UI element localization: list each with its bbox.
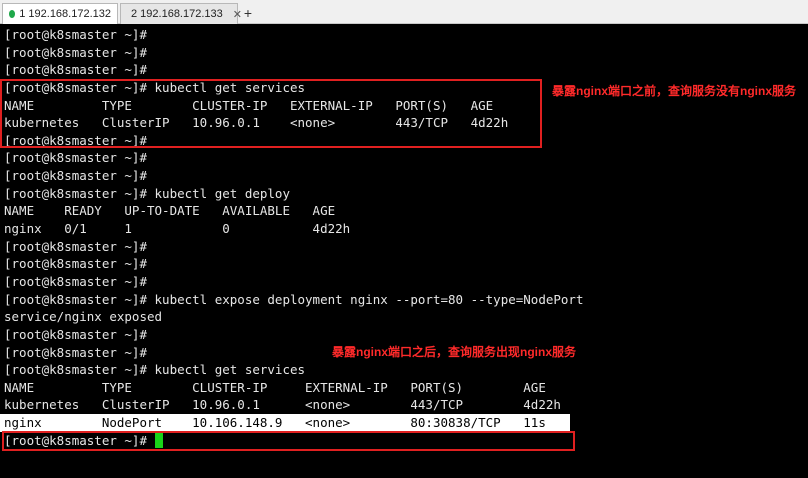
terminal-line: service/nginx exposed bbox=[4, 309, 163, 325]
terminal-line: [root@k8smaster ~]# kubectl expose deplo… bbox=[4, 291, 584, 307]
terminal-line: nginx 0/1 1 0 4d22h bbox=[4, 221, 351, 237]
terminal-line: [root@k8smaster ~]# kubectl get services bbox=[4, 362, 306, 378]
terminal-line: [root@k8smaster ~]# bbox=[4, 150, 147, 166]
terminal-line: NAME TYPE CLUSTER-IP EXTERNAL-IP PORT(S)… bbox=[4, 379, 546, 395]
tab-session-2[interactable]: 2 192.168.172.133 ✕ bbox=[120, 3, 242, 24]
terminal-line: [root@k8smaster ~]# bbox=[4, 238, 147, 254]
add-tab-button[interactable]: + bbox=[241, 4, 255, 22]
tab-label: 2 192.168.172.133 bbox=[131, 8, 223, 20]
connected-status-icon bbox=[9, 10, 16, 18]
terminal-line: [root@k8smaster ~]# bbox=[4, 256, 147, 272]
terminal-line-selected: nginx NodePort 10.106.148.9 <none> 80:30… bbox=[0, 414, 570, 432]
terminal-line: kubernetes ClusterIP 10.96.0.1 <none> 44… bbox=[4, 397, 561, 413]
terminal-line: [root@k8smaster ~]# bbox=[4, 273, 147, 289]
terminal-line: [root@k8smaster ~]# bbox=[4, 62, 147, 78]
annotation-after: 暴露nginx端口之后，查询服务出现nginx服务 bbox=[332, 345, 576, 359]
terminal-line: [root@k8smaster ~]# bbox=[4, 27, 147, 42]
tab-label: 1 192.168.172.132 bbox=[19, 8, 111, 20]
tab-session-1[interactable]: 1 192.168.172.132 bbox=[2, 3, 118, 24]
tab-bar: 1 192.168.172.132 2 192.168.172.133 ✕ + bbox=[0, 0, 808, 24]
terminal-line: [root@k8smaster ~]# kubectl get deploy bbox=[4, 185, 290, 201]
terminal-line: NAME READY UP-TO-DATE AVAILABLE AGE bbox=[4, 203, 336, 219]
terminal-line: [root@k8smaster ~]# bbox=[4, 44, 147, 60]
highlight-box-before bbox=[0, 79, 542, 148]
highlight-box-after bbox=[2, 431, 575, 451]
terminal-line: [root@k8smaster ~]# bbox=[4, 326, 147, 342]
annotation-before: 暴露nginx端口之前，查询服务没有nginx服务 bbox=[552, 84, 796, 98]
terminal-line: [root@k8smaster ~]# bbox=[4, 168, 147, 184]
